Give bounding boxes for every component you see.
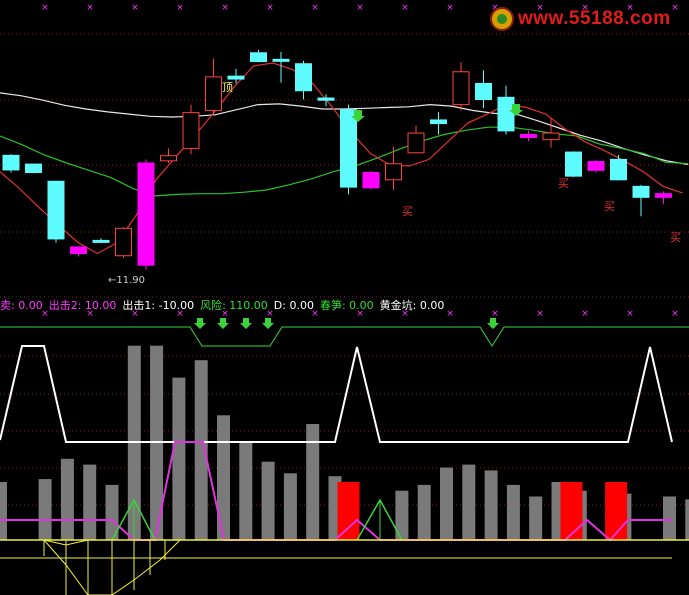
candlestick-series[interactable] xyxy=(2,49,672,270)
indicator-red-bar xyxy=(560,482,583,540)
indicator-panel[interactable] xyxy=(0,318,689,595)
indicator-bar xyxy=(83,464,97,540)
tick-mark: × xyxy=(311,3,319,13)
indicator-bar xyxy=(529,496,543,540)
tick-mark: × xyxy=(176,3,184,13)
grid-lines: ×××××××××××××××××××××××××××××× xyxy=(0,3,689,506)
tick-mark: × xyxy=(131,3,139,13)
tick-mark: × xyxy=(356,3,364,13)
indicator-bar xyxy=(261,461,275,540)
indicator-value-3: 风险: 110.00 xyxy=(200,299,268,312)
site-watermark: www.55188.com xyxy=(488,5,688,35)
candle-body[interactable] xyxy=(587,161,605,171)
candle-body[interactable] xyxy=(385,163,402,181)
candle-body[interactable] xyxy=(205,76,222,111)
buy-signal-label: 买 xyxy=(604,200,615,213)
candle-body[interactable] xyxy=(137,162,155,266)
candle-body[interactable] xyxy=(227,75,245,80)
indicator-bar xyxy=(172,377,186,540)
candle-body[interactable] xyxy=(655,193,672,198)
indicator-bar xyxy=(283,473,297,540)
indicator-bar xyxy=(38,479,52,540)
indicator-value-0: 卖: 0.00 xyxy=(0,299,43,312)
risk-line xyxy=(0,326,689,347)
candle-body[interactable] xyxy=(47,180,65,240)
candle-body[interactable] xyxy=(520,134,537,138)
indicator-bar xyxy=(685,499,689,540)
tick-mark: × xyxy=(266,3,274,13)
candle-body[interactable] xyxy=(92,239,110,243)
indicator-value-6: 黄金坑: 0.00 xyxy=(379,299,445,312)
candle-body[interactable] xyxy=(250,52,267,63)
top-signal-label: 顶 xyxy=(222,81,233,94)
candle-body[interactable] xyxy=(182,112,200,149)
tick-mark: × xyxy=(41,3,49,13)
indicator-bar xyxy=(440,467,453,540)
low-price-label: ←11.90 xyxy=(108,275,145,286)
indicator-bar xyxy=(239,441,253,540)
candle-body[interactable] xyxy=(565,151,582,177)
candle-body[interactable] xyxy=(70,246,87,255)
tick-mark: × xyxy=(446,3,454,13)
risk-arrow-icon xyxy=(217,318,229,329)
candle-body[interactable] xyxy=(340,109,357,188)
indicator-bar xyxy=(217,415,230,540)
watermark-text: www.55188.com xyxy=(518,8,671,29)
indicator-bar xyxy=(462,464,476,540)
candle-body[interactable] xyxy=(475,82,492,101)
indicator-value-5: 春笋: 0.00 xyxy=(319,299,374,312)
buy-signal-label: 买 xyxy=(402,205,413,218)
candle-body[interactable] xyxy=(610,158,627,181)
candle-body[interactable] xyxy=(295,63,312,92)
indicator-bar xyxy=(417,484,431,540)
risk-arrow-icon xyxy=(194,318,206,329)
tick-mark: × xyxy=(221,3,229,13)
candle-body[interactable] xyxy=(430,119,447,125)
indicator-red-bar xyxy=(605,482,628,540)
buy-signal-label: 买 xyxy=(670,231,681,244)
indicator-value-1: 出击2: 10.00 xyxy=(48,299,117,312)
candle-body[interactable] xyxy=(632,185,650,198)
indicator-bar xyxy=(663,496,676,540)
candle-body[interactable] xyxy=(317,97,335,101)
candle-body[interactable] xyxy=(407,132,425,154)
indicator-red-bar xyxy=(337,482,360,540)
price-labels: 顶买买买买←11.90 xyxy=(108,81,681,286)
candle-body[interactable] xyxy=(272,58,290,62)
site-logo-icon xyxy=(490,7,514,31)
indicator-value-2: 出击1: -10.00 xyxy=(122,299,195,312)
risk-arrow-icon xyxy=(240,318,252,329)
tick-mark: × xyxy=(86,3,94,13)
buy-signal-label: 买 xyxy=(558,177,569,190)
candle-body[interactable] xyxy=(362,172,380,189)
candle-body[interactable] xyxy=(542,132,560,141)
candle-body[interactable] xyxy=(2,154,20,171)
risk-arrow-icon xyxy=(487,318,499,329)
candle-body[interactable] xyxy=(25,163,42,173)
indicator-bar xyxy=(60,458,74,540)
risk-arrow-icon xyxy=(262,318,274,329)
candle-body[interactable] xyxy=(160,155,177,162)
indicator-bar xyxy=(0,482,7,540)
indicator-bar xyxy=(506,484,520,540)
candle-body[interactable] xyxy=(452,71,470,106)
tick-mark: × xyxy=(401,3,409,13)
indicator-header: 卖: 0.00 出击2: 10.00 出击1: -10.00 风险: 110.00 D:… xyxy=(0,298,689,314)
indicator-value-4: D: 0.00 xyxy=(273,299,314,312)
indicator-bar xyxy=(484,470,498,540)
candle-body[interactable] xyxy=(115,227,132,257)
candle-body[interactable] xyxy=(497,96,515,132)
